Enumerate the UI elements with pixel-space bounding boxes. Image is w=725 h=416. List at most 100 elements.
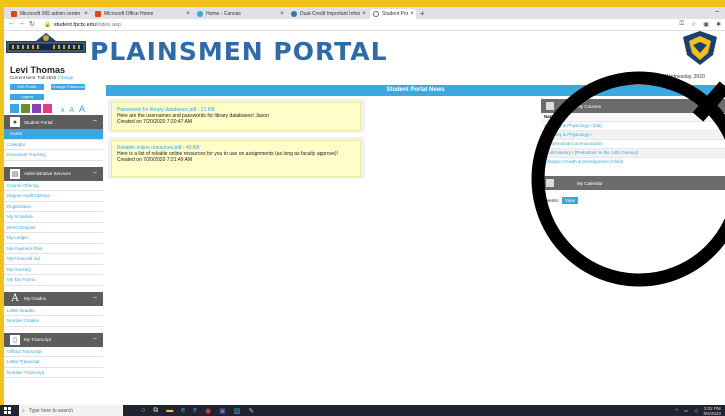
sidebar-item-my-payment-plan[interactable]: My Payment Plan	[4, 244, 103, 254]
clock[interactable]: 3:02 PM 8/5/2020	[703, 406, 721, 416]
person-icon: ●	[10, 117, 20, 127]
my-courses-header: My Courses	[541, 99, 725, 113]
id-card-icon: ▤	[10, 168, 20, 179]
tab-ms365-admin[interactable]: Microsoft 365 admin center - Ho ×	[8, 9, 90, 19]
font-size-small[interactable]: A	[61, 108, 64, 114]
canvas-icon	[197, 11, 203, 17]
theme-swatch-blue[interactable]	[10, 104, 19, 113]
photos-icon[interactable]: ▧	[234, 407, 241, 415]
teams-icon[interactable]: ▣	[219, 407, 226, 415]
my-calendar-header: My Calendar	[541, 176, 725, 190]
url-field[interactable]: 🔒 student.fpctx.edu/index.asp	[44, 21, 654, 28]
collapse-icon[interactable]: −	[93, 170, 97, 177]
extension-icon[interactable]: ▣	[703, 21, 709, 28]
sidebar-item-my-tax-forms[interactable]: My Tax Forms	[4, 275, 103, 286]
change-term-link[interactable]: Change	[58, 75, 74, 80]
current-term: Current term: Fall 2020 Change	[10, 75, 73, 80]
courses-icon	[546, 102, 554, 110]
collapse-icon[interactable]: −	[93, 118, 97, 125]
taskbar-search-input[interactable]: ⌕ Type here to search	[19, 405, 123, 416]
sidebar-item-course-offering[interactable]: Course Offering	[4, 181, 103, 191]
section-administrative-services[interactable]: ▤ Administrative Services −	[4, 166, 103, 181]
font-size-medium[interactable]: A	[69, 107, 74, 114]
sidebar-item-direct-deposit[interactable]: Direct Deposit	[4, 223, 103, 233]
sidebar-item-my-schedule[interactable]: My Schedule	[4, 212, 103, 223]
course-link[interactable]: Anatomy & Physiology I (lab)	[541, 121, 725, 130]
plainsmen-logo	[6, 33, 86, 53]
sidebar-item-number-transcript[interactable]: Number Transcript	[4, 368, 103, 378]
star-icon[interactable]: ☆	[691, 21, 696, 28]
back-icon[interactable]: ←	[8, 20, 15, 27]
collapse-icon[interactable]: −	[93, 336, 97, 343]
edit-profile-button[interactable]: Edit Profile	[10, 84, 44, 90]
chrome-icon[interactable]: ◉	[205, 407, 211, 415]
theme-swatch-green[interactable]	[21, 104, 30, 113]
forward-icon[interactable]: →	[18, 20, 25, 27]
right-panel: My Courses Name Anatomy & Physiology I (…	[541, 99, 725, 210]
sidebar-item-official-transcript[interactable]: Official Transcript	[4, 347, 103, 357]
new-tab-icon[interactable]: +	[420, 9, 425, 18]
section-student-portal[interactable]: ● Student Portal −	[4, 115, 103, 129]
view-events-button[interactable]: View	[562, 196, 578, 204]
course-link[interactable]: Anatomy & Physiology I	[541, 130, 725, 139]
windows-taskbar: ⌕ Type here to search ○ ⧉ ▬ e e ◉ ▣ ▧ ✎ …	[0, 405, 725, 416]
window-controls: –	[715, 8, 719, 15]
close-icon[interactable]: ×	[278, 11, 286, 17]
close-icon[interactable]: ×	[184, 11, 192, 17]
course-link[interactable]: World History I (Prehistoric to the 14th…	[541, 148, 725, 157]
grade-a-icon: A	[11, 293, 19, 304]
courses-table: Name Anatomy & Physiology I (lab) Anatom…	[541, 113, 725, 166]
paint-icon[interactable]: ✎	[248, 407, 254, 415]
sidebar-item-number-grades[interactable]: Number Grades	[4, 316, 103, 327]
sidebar-item-home[interactable]: Home	[4, 129, 103, 140]
edge-icon[interactable]: e	[181, 407, 185, 415]
sidebar-item-calendar[interactable]: Calendar	[4, 140, 103, 150]
news-heading: Student Portal News	[106, 85, 725, 96]
sidebar-item-letter-transcript[interactable]: Letter Transcript	[4, 357, 103, 368]
tray-chevron-icon[interactable]: ^	[676, 408, 678, 413]
cortana-icon[interactable]: ○	[141, 407, 145, 415]
theme-swatch-purple[interactable]	[32, 104, 41, 113]
logout-button[interactable]: Logout	[10, 94, 44, 100]
collapse-icon[interactable]: −	[93, 295, 97, 302]
puzzle-icon[interactable]: ✱	[716, 21, 721, 28]
portal-title: PLAINSMEN PORTAL	[90, 37, 388, 66]
task-view-icon[interactable]: ⧉	[153, 407, 158, 415]
reload-icon[interactable]: ↻	[29, 20, 35, 28]
key-icon[interactable]: ⚿	[679, 21, 684, 28]
tab-canvas[interactable]: Home - Canvas ×	[194, 9, 286, 19]
tab-student-portal-news[interactable]: Student Portal News ×	[370, 9, 416, 19]
theme-swatch-pink[interactable]	[43, 104, 52, 113]
file-explorer-icon[interactable]: ▬	[166, 407, 173, 415]
document-icon: ▯	[10, 334, 20, 345]
course-link[interactable]: Lifespan Growth & Development (Child)	[541, 157, 725, 166]
minimize-icon[interactable]: –	[715, 8, 719, 15]
lock-icon: 🔒	[44, 21, 51, 28]
sidebar-item-registration[interactable]: Registration	[4, 202, 103, 212]
tab-office-home[interactable]: Microsoft Office Home ×	[92, 9, 192, 19]
office-icon	[95, 11, 101, 17]
profile-buttons: Edit Profile Change Password	[10, 84, 85, 90]
close-icon[interactable]: ×	[82, 11, 90, 17]
close-icon[interactable]: ×	[408, 11, 416, 17]
sidebar-item-letter-grades[interactable]: Letter Grades	[4, 306, 103, 316]
network-icon[interactable]: ▭	[684, 408, 688, 414]
globe-icon	[291, 11, 297, 17]
sidebar-item-my-housing[interactable]: My Housing	[4, 265, 103, 275]
sidebar-item-degree-audit[interactable]: Degree Audit Options	[4, 191, 103, 202]
windows-start-icon[interactable]	[0, 405, 14, 416]
section-my-transcript[interactable]: ▯ My Transcript −	[4, 332, 103, 347]
sidebar-item-my-financial-aid[interactable]: My Financial Aid	[4, 254, 103, 265]
course-link[interactable]: Interpersonal Communication	[541, 139, 725, 148]
user-name: Levi Thomas	[10, 65, 66, 75]
ie-icon[interactable]: e	[193, 407, 197, 415]
sidebar-item-document-tracking[interactable]: Document Tracking	[4, 150, 103, 161]
change-password-button[interactable]: Change Password	[51, 84, 85, 90]
font-size-large[interactable]: A	[79, 104, 85, 114]
close-icon[interactable]: ×	[360, 11, 368, 17]
sidebar-item-my-ledger[interactable]: My Ledger	[4, 233, 103, 244]
section-my-grades[interactable]: A My Grades −	[4, 291, 103, 306]
tab-dual-credit[interactable]: Dual-Credit Important Informati ×	[288, 9, 368, 19]
volume-icon[interactable]: ◁	[694, 408, 697, 414]
calendar-icon	[546, 179, 554, 187]
